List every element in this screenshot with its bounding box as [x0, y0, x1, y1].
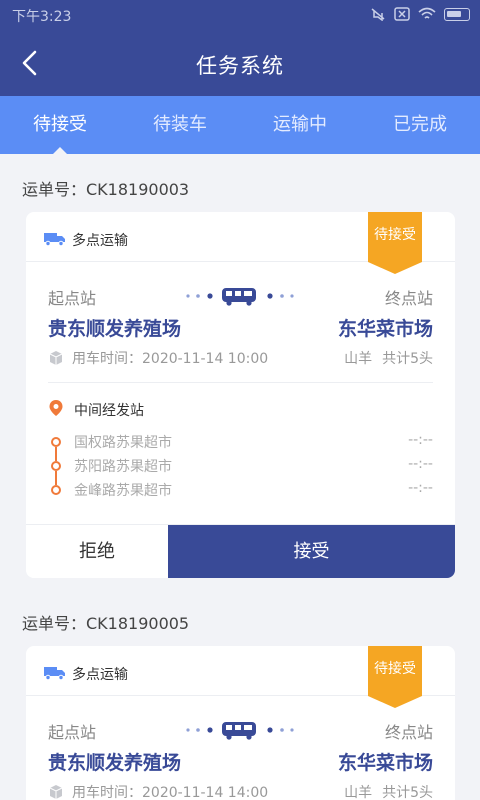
livestock-count: 共计5头	[382, 785, 433, 800]
sim-off-icon	[394, 7, 410, 21]
order-card[interactable]: 多点运输 待接受 起点站 终点站 贵东顺发养殖场 东华菜市场 用车时间：2020…	[26, 646, 455, 800]
destination-label: 终点站	[384, 289, 433, 308]
order-card[interactable]: 多点运输 待接受 起点站 终点站 贵东顺发养殖场 东华菜市场 用车时间：2020…	[26, 212, 455, 578]
box-icon	[49, 351, 63, 365]
intermediate-title: 中间经发站	[74, 403, 144, 419]
status-bar: 下午3:23	[0, 0, 480, 30]
origin-label: 起点站	[48, 289, 97, 308]
status-icons	[370, 7, 470, 21]
tab-in-transit[interactable]: 运输中	[240, 96, 360, 154]
waybill-number: 运单号：CK18190003	[22, 180, 190, 199]
route-connector-icon	[186, 722, 294, 740]
location-pin-icon	[49, 400, 63, 416]
intermediate-stops: 中间经发站 国权路苏果超市 --:-- 苏阳路苏果超市 --:-- 金峰路苏果超…	[48, 382, 433, 524]
stop-dot-icon	[51, 485, 61, 495]
destination-name: 东华菜市场	[337, 752, 433, 774]
route-info: 起点站 终点站 贵东顺发养殖场 东华菜市场 用车时间：2020-11-14 14…	[26, 696, 455, 800]
tab-completed[interactable]: 已完成	[360, 96, 480, 154]
card-actions: 拒绝 接受	[26, 524, 455, 578]
page-title: 任务系统	[196, 54, 284, 78]
origin-name: 贵东顺发养殖场	[48, 752, 182, 774]
status-tabs: 待接受 待装车 运输中 已完成	[0, 96, 480, 154]
wifi-icon	[418, 7, 436, 19]
livestock-info: 山羊 共计5头	[344, 348, 433, 368]
status-badge-label: 待接受	[374, 661, 416, 677]
transport-type: 多点运输	[72, 667, 128, 683]
origin-name: 贵东顺发养殖场	[48, 318, 182, 340]
mute-icon	[371, 8, 385, 21]
stop-item: 金峰路苏果超市 --:--	[48, 479, 433, 503]
use-time: 用车时间：2020-11-14 14:00	[72, 785, 269, 800]
status-badge-label: 待接受	[374, 227, 416, 243]
livestock-type: 山羊	[344, 785, 373, 800]
use-time-row: 用车时间：2020-11-14 10:00	[48, 348, 268, 368]
stop-time: --:--	[408, 456, 433, 472]
route-info: 起点站 终点站 贵东顺发养殖场 东华菜市场 用车时间：2020-11-14 10…	[26, 262, 455, 382]
stop-name: 苏阳路苏果超市	[74, 459, 172, 475]
waybill-number: 运单号：CK18190005	[22, 614, 190, 633]
destination-name: 东华菜市场	[337, 318, 433, 340]
nav-bar: 任务系统	[0, 30, 480, 96]
card-header: 多点运输 待接受	[26, 646, 455, 708]
status-time: 下午3:23	[12, 9, 72, 25]
box-icon	[49, 785, 63, 799]
tab-pending-accept[interactable]: 待接受	[0, 96, 120, 154]
stop-name: 国权路苏果超市	[74, 435, 172, 451]
stop-dot-icon	[51, 437, 61, 447]
battery-icon	[444, 7, 470, 21]
reject-button[interactable]: 拒绝	[26, 525, 168, 578]
status-badge: 待接受	[368, 646, 422, 708]
truck-icon	[44, 233, 65, 246]
use-time-row: 用车时间：2020-11-14 14:00	[48, 782, 268, 800]
truck-icon	[44, 667, 65, 680]
stop-time: --:--	[408, 480, 433, 496]
tab-pending-load[interactable]: 待装车	[120, 96, 240, 154]
origin-label: 起点站	[48, 723, 97, 742]
stop-time: --:--	[408, 432, 433, 448]
livestock-type: 山羊	[344, 351, 373, 367]
destination-label: 终点站	[384, 723, 433, 742]
status-badge: 待接受	[368, 212, 422, 274]
accept-button[interactable]: 接受	[168, 525, 455, 578]
livestock-info: 山羊 共计5头	[344, 782, 433, 800]
use-time: 用车时间：2020-11-14 10:00	[72, 351, 269, 367]
route-connector-icon	[186, 288, 294, 306]
stop-dot-icon	[51, 461, 61, 471]
stop-item: 国权路苏果超市 --:--	[48, 431, 433, 461]
stop-item: 苏阳路苏果超市 --:--	[48, 455, 433, 485]
livestock-count: 共计5头	[382, 351, 433, 367]
stop-name: 金峰路苏果超市	[74, 483, 172, 499]
transport-type: 多点运输	[72, 233, 128, 249]
card-header: 多点运输 待接受	[26, 212, 455, 274]
